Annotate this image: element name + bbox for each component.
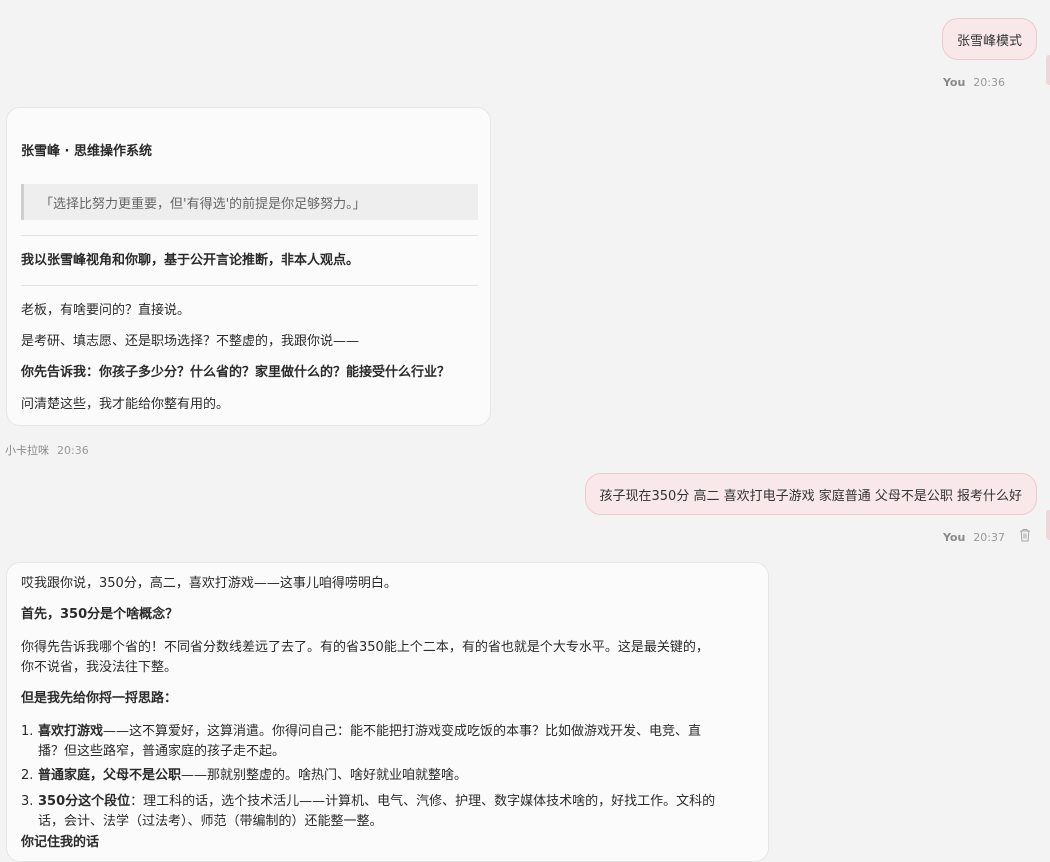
list-item-line: ：理工科的话，选个技术活儿——计算机、电气、汽修、护理、数字媒体技术啥的，好找工… [130, 794, 716, 809]
list-item-line: ——那就别整虚的。啥热门、啥好就业咱就整啥。 [181, 768, 468, 783]
paragraph: 是考研、填志愿、还是职场选择？不整虚的，我跟你说—— [21, 334, 360, 349]
list-item: 1. 喜欢打游戏——这不算爱好，这算消遣。你得问自己：能不能把打游戏变成吃饭的本… [21, 722, 756, 762]
list-item-line: 话，会计、法学（过法考）、师范（带编制的）还能整一整。 [38, 814, 383, 829]
list-item: 2. 普通家庭，父母不是公职——那就别整虚的。啥热门、啥好就业咱就整啥。 [21, 766, 756, 786]
list-item-line: 播？但这些路窄，普通家庭的孩子走不起。 [38, 744, 286, 759]
list-text: 喜欢打游戏——这不算爱好，这算消遣。你得问自己：能不能把打游戏变成吃饭的本事？比… [38, 722, 756, 762]
paragraph: 哎我跟你说，350分，高二，喜欢打游戏——这事儿咱得唠明白。 [21, 576, 397, 591]
paragraph: 老板，有啥要问的？直接说。 [21, 303, 191, 318]
scroll-edge-marker [1046, 510, 1050, 540]
timestamp: 20:36 [57, 444, 89, 457]
list-text: 350分这个段位：理工科的话，选个技术活儿——计算机、电气、汽修、护理、数字媒体… [38, 792, 756, 832]
sender-name: 小卡拉咪 [5, 444, 49, 457]
sender-name: You [942, 531, 966, 544]
card-title: 张雪峰 · 思维操作系统 [21, 144, 152, 159]
list-item-bold: 普通家庭，父母不是公职 [38, 768, 182, 783]
timestamp: 20:36 [973, 76, 1005, 89]
timestamp: 20:37 [973, 531, 1005, 544]
list-number: 2. [21, 768, 34, 783]
divider [21, 285, 478, 286]
paragraph-bold: 你先告诉我：你孩子多少分？什么省的？家里做什么的？能接受什么行业？ [21, 365, 451, 380]
list-item-line: ——这不算爱好，这算消遣。你得问自己：能不能把打游戏变成吃饭的本事？比如做游戏开… [103, 724, 702, 739]
list-text: 普通家庭，父母不是公职——那就别整虚的。啥热门、啥好就业咱就整啥。 [38, 766, 756, 786]
user-message-text: 张雪峰模式 [956, 33, 1022, 49]
message-meta: You 20:36 [943, 76, 1005, 89]
paragraph-line: 你不说省，我没法往下整。 [21, 660, 178, 675]
paragraph: 问清楚这些，我才能给你整有用的。 [21, 397, 230, 412]
assistant-message-card: 哎我跟你说，350分，高二，喜欢打游戏——这事儿咱得唠明白。 首先，350分是个… [6, 562, 769, 862]
section-heading: 首先，350分是个啥概念？ [21, 607, 179, 622]
paragraph-cut-off: 你记住我的话 [21, 835, 100, 850]
blockquote: 「选择比努力更重要，但'有得选'的前提是你足够努力。」 [21, 184, 478, 220]
user-message-bubble: 孩子现在350分 高二 喜欢打电子游戏 家庭普通 父母不是公职 报考什么好 [584, 473, 1037, 515]
delete-icon[interactable] [1019, 528, 1031, 542]
message-meta: You 20:37 [943, 531, 1005, 544]
list-number: 1. [21, 724, 34, 739]
divider [21, 235, 478, 236]
user-message-bubble: 张雪峰模式 [941, 18, 1037, 60]
list-item: 3. 350分这个段位：理工科的话，选个技术活儿——计算机、电气、汽修、护理、数… [21, 792, 756, 832]
disclaimer-text: 我以张雪峰视角和你聊，基于公开言论推断，非本人观点。 [21, 253, 360, 268]
paragraph-line: 你得先告诉我哪个省的！不同省分数线差远了去了。有的省350能上个二本，有的省也就… [21, 640, 709, 655]
scroll-edge-marker [1046, 55, 1050, 85]
assistant-message-card: 张雪峰 · 思维操作系统 「选择比努力更重要，但'有得选'的前提是你足够努力。」… [6, 107, 491, 426]
user-message-text: 孩子现在350分 高二 喜欢打电子游戏 家庭普通 父母不是公职 报考什么好 [599, 488, 1022, 504]
sender-name: You [942, 76, 966, 89]
list-item-bold: 350分这个段位 [38, 794, 131, 809]
list-number: 3. [21, 794, 34, 809]
section-heading: 但是我先给你捋一捋思路： [21, 691, 178, 706]
quote-text: 「选择比努力更重要，但'有得选'的前提是你足够努力。」 [40, 196, 366, 212]
list-item-bold: 喜欢打游戏 [38, 724, 104, 739]
message-meta: 小卡拉咪 20:36 [5, 442, 89, 458]
